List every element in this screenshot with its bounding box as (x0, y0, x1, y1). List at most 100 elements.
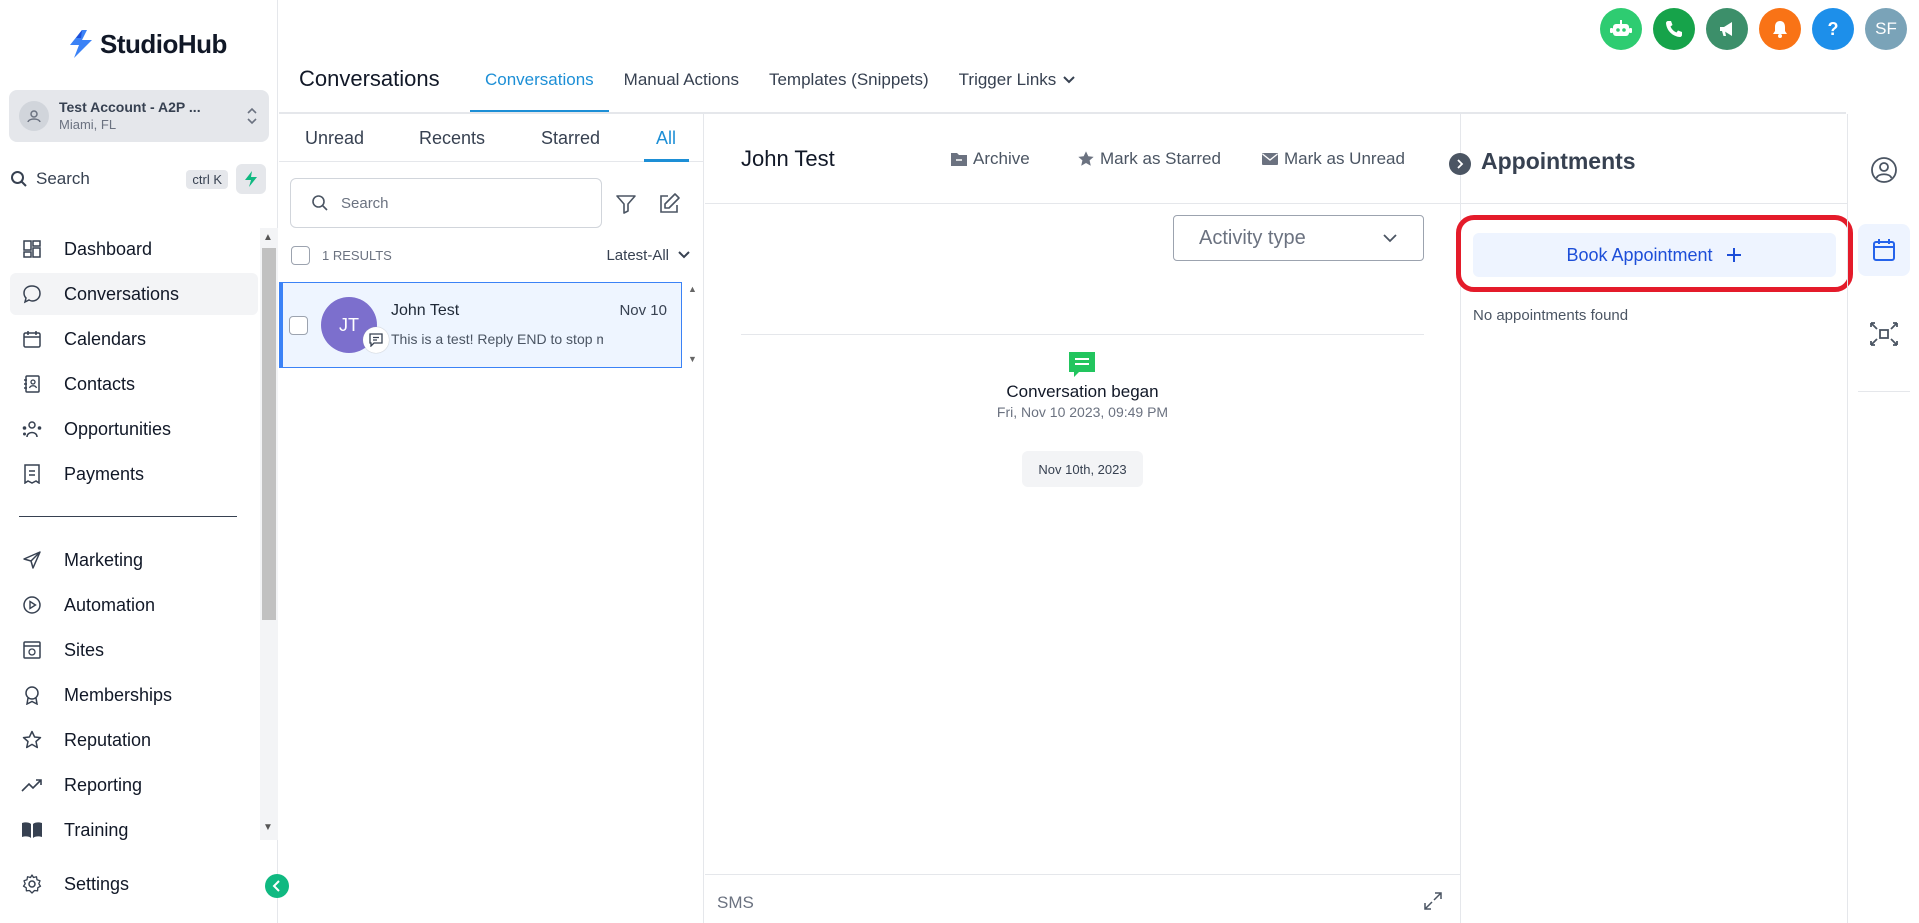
tab-templates[interactable]: Templates (Snippets) (754, 60, 944, 112)
bolt-icon (245, 171, 257, 187)
expand-icon[interactable] (1423, 891, 1443, 911)
sidebar-item-dashboard[interactable]: Dashboard (10, 228, 258, 270)
timeline-divider (741, 334, 1424, 335)
filter-tab-recents[interactable]: Recents (419, 128, 485, 149)
sidebar-item-label: Calendars (64, 328, 147, 349)
filter-tab-starred[interactable]: Starred (541, 128, 600, 149)
conversation-checkbox[interactable] (289, 316, 308, 335)
sidebar-item-label: Automation (64, 594, 156, 615)
workflow-icon (1870, 322, 1898, 346)
sidebar-divider (19, 516, 237, 517)
scroll-up-arrow-icon[interactable]: ▲ (688, 284, 697, 294)
date-separator: Nov 10th, 2023 (1022, 451, 1143, 487)
help-button[interactable]: ? (1812, 8, 1854, 50)
sidebar-item-label: Reporting (64, 774, 143, 795)
sidebar-item-training[interactable]: Training (10, 809, 258, 851)
search-icon (312, 195, 328, 211)
conversation-list-scrollbar[interactable]: ▲ ▼ (686, 282, 700, 368)
brand-logo[interactable]: StudioHub (68, 28, 227, 60)
ai-bot-button[interactable] (1600, 8, 1642, 50)
search-icon (11, 171, 27, 187)
empty-state-text: No appointments found (1473, 307, 1629, 324)
contact-details-button[interactable] (1858, 144, 1910, 196)
filter-icon[interactable] (614, 192, 638, 216)
scroll-down-arrow-icon[interactable]: ▼ (688, 354, 697, 364)
location-icon (19, 101, 49, 131)
sidebar-item-reputation[interactable]: Reputation (10, 719, 258, 761)
sidebar-item-payments[interactable]: Payments (10, 453, 258, 495)
calendar-icon (20, 327, 44, 351)
account-switcher[interactable]: Test Account - A2P ... Miami, FL (9, 90, 269, 142)
robot-icon (1610, 20, 1632, 36)
sidebar-item-label: Marketing (64, 549, 144, 570)
sidebar-item-calendars[interactable]: Calendars (10, 318, 258, 360)
notifications-button[interactable] (1759, 8, 1801, 50)
sidebar-item-automation[interactable]: Automation (10, 584, 258, 626)
appointments-rail-button[interactable] (1858, 224, 1910, 276)
sidebar-item-label: Settings (64, 873, 130, 894)
award-icon (20, 683, 44, 707)
phone-button[interactable] (1653, 8, 1695, 50)
appointments-title: Appointments (1481, 148, 1636, 174)
conversation-search[interactable] (290, 178, 602, 228)
calendar-icon (1873, 239, 1895, 261)
tab-conversations[interactable]: Conversations (470, 60, 609, 112)
sidebar-item-sites[interactable]: Sites (10, 629, 258, 671)
dashboard-icon (20, 237, 44, 261)
composer-channel-label[interactable]: SMS (717, 893, 754, 913)
book-appointment-label: Book Appointment (1566, 244, 1713, 265)
sidebar-search[interactable]: Search ctrl K (10, 164, 228, 194)
top-toolbar: ? SF (1600, 8, 1919, 50)
right-rail (1847, 114, 1919, 923)
tab-trigger-links[interactable]: Trigger Links (944, 60, 1092, 112)
conversation-header: John Test Archive Mark as Starred Mark a… (705, 114, 1460, 204)
select-all-checkbox[interactable] (291, 245, 310, 265)
chevron-down-icon[interactable] (677, 248, 691, 262)
user-avatar[interactable]: SF (1865, 8, 1907, 50)
sites-icon (20, 638, 44, 662)
announcements-button[interactable] (1706, 8, 1748, 50)
scroll-up-arrow-icon[interactable]: ▲ (263, 232, 273, 243)
search-input[interactable] (341, 194, 581, 212)
conversation-list-item[interactable]: JT John Test Nov 10 This is a test! Repl… (279, 282, 682, 368)
sidebar-item-marketing[interactable]: Marketing (10, 539, 258, 581)
sidebar-item-contacts[interactable]: Contacts (10, 363, 258, 405)
activity-type-select[interactable]: Activity type (1173, 215, 1424, 261)
mark-starred-button[interactable]: Mark as Starred (1077, 149, 1221, 169)
scroll-down-arrow-icon[interactable]: ▼ (263, 822, 273, 833)
message-composer[interactable]: SMS (705, 874, 1460, 923)
sidebar-scrollbar-thumb[interactable] (262, 248, 276, 620)
sidebar-item-label: Reputation (64, 729, 152, 750)
automation-rail-button[interactable] (1858, 308, 1910, 360)
sidebar: StudioHub Test Account - A2P ... Miami, … (0, 0, 278, 923)
avatar-initials: SF (1875, 19, 1897, 38)
sidebar-item-settings[interactable]: Settings (10, 863, 258, 905)
sidebar-item-label: Sites (64, 639, 105, 660)
trend-icon (20, 773, 44, 797)
contacts-icon (20, 372, 44, 396)
compose-icon[interactable] (657, 192, 681, 216)
mark-unread-label: Mark as Unread (1284, 149, 1405, 168)
filter-tab-all[interactable]: All (656, 128, 676, 149)
mark-starred-label: Mark as Starred (1100, 149, 1221, 168)
sidebar-item-conversations[interactable]: Conversations (10, 273, 258, 315)
sidebar-item-memberships[interactable]: Memberships (10, 674, 258, 716)
brand-logo-icon (70, 30, 92, 58)
filter-tab-unread[interactable]: Unread (305, 128, 364, 149)
sidebar-item-label: Memberships (64, 684, 173, 705)
conversation-began-time: Fri, Nov 10 2023, 09:49 PM (996, 404, 1169, 420)
sidebar-item-reporting[interactable]: Reporting (10, 764, 258, 806)
book-icon (20, 818, 44, 842)
account-name: Test Account - A2P ... (59, 99, 201, 115)
archive-button[interactable]: Archive (950, 149, 1030, 169)
sort-select[interactable]: Latest-All (606, 247, 669, 264)
tab-label: Templates (Snippets) (768, 70, 929, 89)
mark-unread-button[interactable]: Mark as Unread (1261, 149, 1405, 169)
tab-manual-actions[interactable]: Manual Actions (609, 60, 754, 112)
book-appointment-button[interactable]: Book Appointment (1473, 233, 1836, 277)
sidebar-item-opportunities[interactable]: Opportunities (10, 408, 258, 450)
collapse-panel-button[interactable] (1449, 153, 1471, 175)
quick-actions-button[interactable] (236, 164, 266, 194)
page-title: Conversations (299, 66, 440, 91)
sidebar-item-label: Contacts (64, 373, 136, 394)
